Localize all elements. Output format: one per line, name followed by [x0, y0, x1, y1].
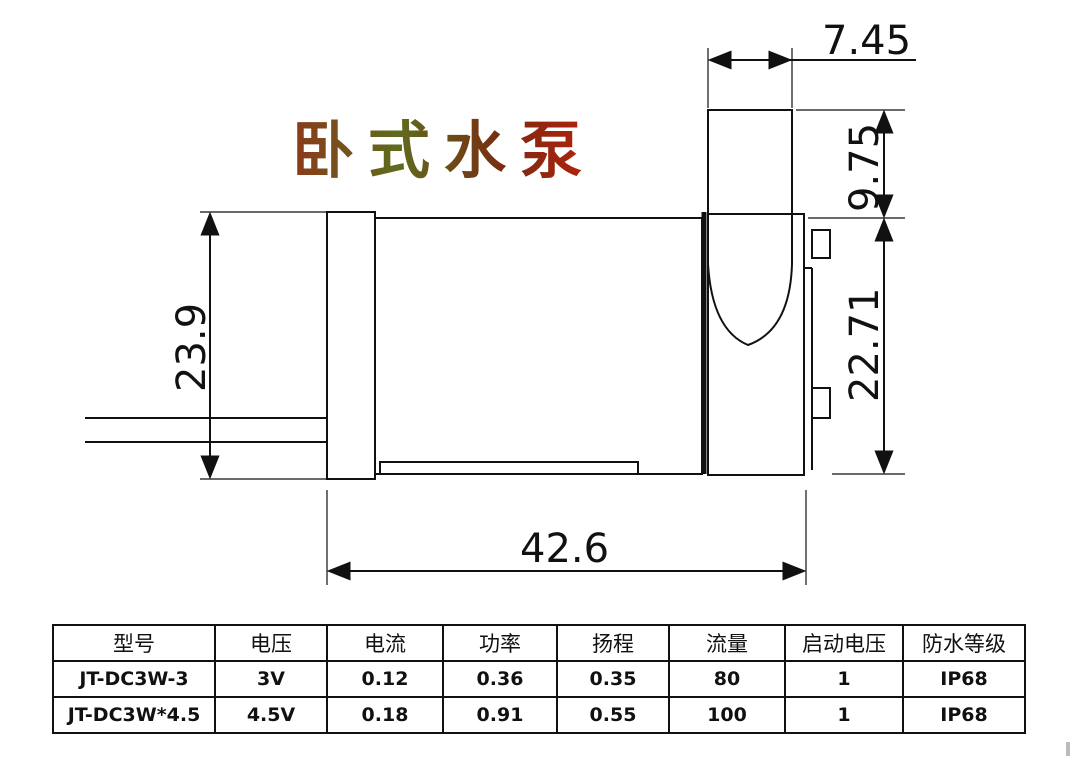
header-ip-rating: 防水等级 — [902, 624, 1026, 662]
cell-flow: 80 — [668, 660, 786, 698]
cell-start-voltage: 1 — [784, 660, 904, 698]
dim-22-71: 22.71 — [842, 287, 888, 402]
cell-model: JT-DC3W*4.5 — [52, 696, 216, 734]
pump-drawing: 7.45 42.6 23.9 9.75 22.71 — [85, 18, 916, 585]
cell-ip-rating: IP68 — [902, 660, 1026, 698]
header-current: 电流 — [326, 624, 444, 662]
spec-table: 型号 电压 电流 功率 扬程 流量 启动电压 防水等级 JT-DC3W-3 3V… — [52, 624, 1026, 734]
cell-voltage: 4.5V — [214, 696, 328, 734]
cell-voltage: 3V — [214, 660, 328, 698]
nub-top — [811, 229, 831, 259]
pump-head — [707, 213, 805, 476]
product-title: 卧式水泵 — [292, 100, 596, 190]
dim-23-9: 23.9 — [169, 303, 215, 392]
cell-head: 0.55 — [556, 696, 670, 734]
header-voltage: 电压 — [214, 624, 328, 662]
cell-ip-rating: IP68 — [902, 696, 1026, 734]
cell-current: 0.12 — [326, 660, 444, 698]
dim-7-45: 7.45 — [822, 18, 911, 64]
header-model: 型号 — [52, 624, 216, 662]
outlet-spout — [707, 109, 793, 347]
header-start-voltage: 启动电压 — [784, 624, 904, 662]
cell-current: 0.18 — [326, 696, 444, 734]
end-cap — [326, 211, 376, 480]
dim-9-75: 9.75 — [842, 123, 888, 212]
dim-42-6: 42.6 — [520, 526, 609, 572]
cell-model: JT-DC3W-3 — [52, 660, 216, 698]
header-power: 功率 — [442, 624, 558, 662]
cell-head: 0.35 — [556, 660, 670, 698]
header-flow: 流量 — [668, 624, 786, 662]
body-base-strip — [379, 461, 639, 475]
nub-bottom — [811, 387, 831, 419]
cell-start-voltage: 1 — [784, 696, 904, 734]
corner-mark — [1066, 742, 1070, 756]
table-row: JT-DC3W-3 3V 0.12 0.36 0.35 80 1 IP68 — [52, 660, 1026, 698]
cell-power: 0.36 — [442, 660, 558, 698]
motor-body — [374, 217, 703, 475]
table-header-row: 型号 电压 电流 功率 扬程 流量 启动电压 防水等级 — [52, 624, 1026, 662]
cell-flow: 100 — [668, 696, 786, 734]
cell-power: 0.91 — [442, 696, 558, 734]
header-head: 扬程 — [556, 624, 670, 662]
table-row: JT-DC3W*4.5 4.5V 0.18 0.91 0.55 100 1 IP… — [52, 696, 1026, 734]
